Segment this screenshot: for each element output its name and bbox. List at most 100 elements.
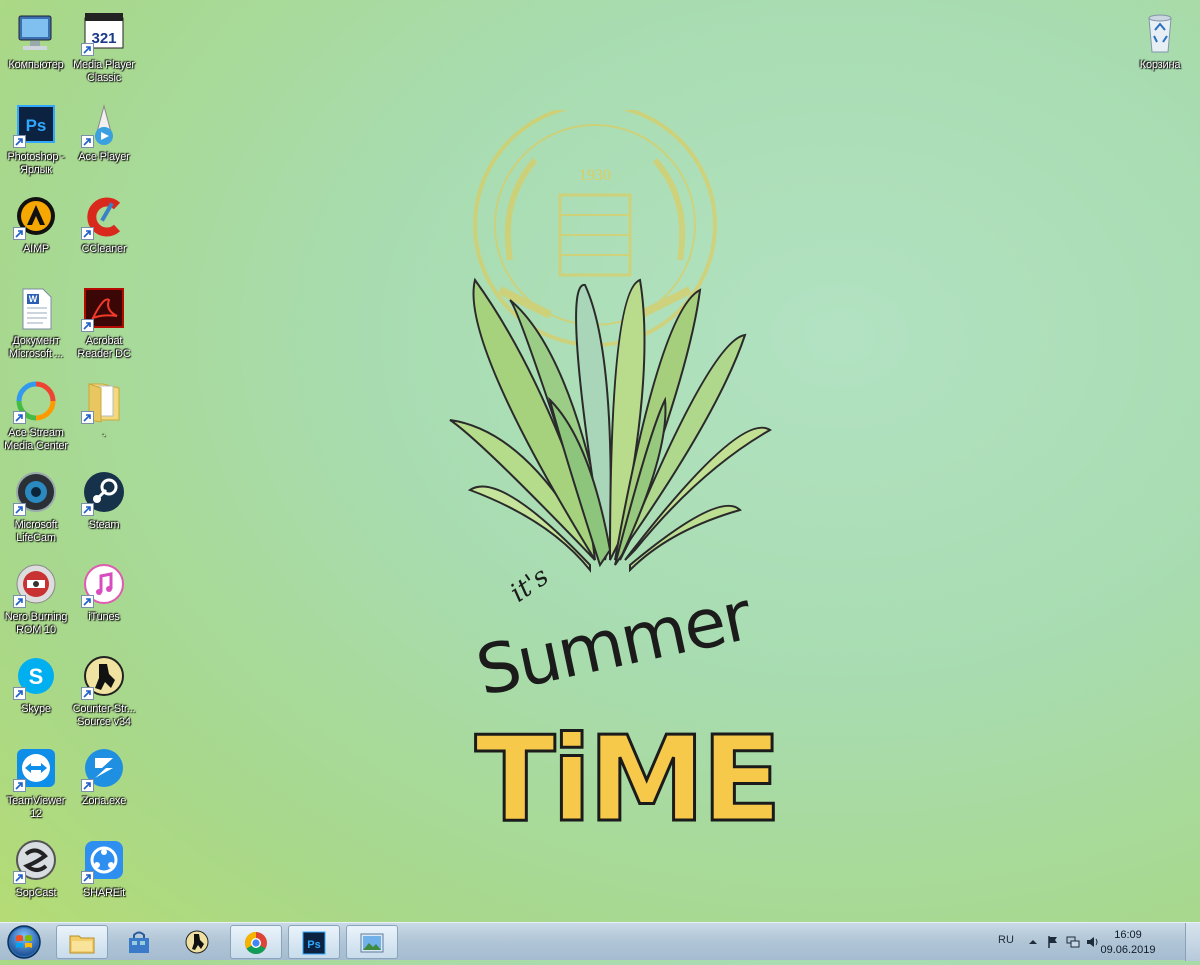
taskbar: Ps RU 16:09 09.06.2019: [0, 922, 1200, 961]
network-icon[interactable]: [1066, 935, 1080, 949]
desktop-icon-lifecam[interactable]: Microsoft LifeCam: [0, 466, 72, 552]
emblem-year: 1930: [579, 167, 611, 184]
shortcut-arrow-icon: [13, 411, 26, 424]
word-document-icon: W: [13, 286, 59, 332]
desktop-icon-itunes[interactable]: iTunes: [68, 558, 140, 644]
desktop-icon-ace-player[interactable]: Ace Player: [68, 98, 140, 184]
image-viewer-icon: [360, 933, 384, 953]
clock[interactable]: 16:09 09.06.2019: [1096, 928, 1160, 958]
shortcut-arrow-icon: [81, 687, 94, 700]
sopcast-icon: [13, 838, 59, 884]
aimp-icon: [13, 194, 59, 240]
language-indicator[interactable]: RU: [998, 934, 1014, 946]
desktop-icon-ccleaner[interactable]: CCleaner: [68, 190, 140, 276]
icon-label: Skype: [21, 703, 51, 715]
ccleaner-icon: [81, 194, 127, 240]
icon-label: SopCast: [15, 887, 57, 899]
shortcut-arrow-icon: [13, 595, 26, 608]
desktop-icon-computer[interactable]: Компьютер: [0, 6, 72, 92]
icon-label: Counter-Str... Source v34: [72, 703, 136, 728]
desktop-icon-zona[interactable]: Zona.exe: [68, 742, 140, 828]
icon-label: .: [102, 427, 106, 439]
shortcut-arrow-icon: [81, 43, 94, 56]
show-hidden-icons-icon[interactable]: [1026, 935, 1040, 949]
shortcut-arrow-icon: [81, 135, 94, 148]
desktop-icon-aimp[interactable]: AIMP: [0, 190, 72, 276]
desktop-icon-nero[interactable]: Nero Burning ROM 10: [0, 558, 72, 644]
icon-label: Компьютер: [8, 59, 64, 71]
shortcut-arrow-icon: [81, 503, 94, 516]
explorer-folder-icon: [69, 935, 95, 954]
icon-label: CCleaner: [81, 243, 127, 255]
desktop-icon-steam[interactable]: Steam: [68, 466, 140, 552]
shortcut-arrow-icon: [81, 595, 94, 608]
shortcut-arrow-icon: [81, 411, 94, 424]
media-player-classic-icon: 321: [81, 10, 127, 56]
folder-icon: [81, 378, 127, 424]
desktop-icon-sopcast[interactable]: SopCast: [0, 834, 72, 920]
desktop-icon-teamviewer[interactable]: TeamViewer 12: [0, 742, 72, 828]
chrome-icon: [245, 932, 267, 954]
icon-label: Media Player Classic: [73, 59, 135, 84]
shortcut-arrow-icon: [13, 135, 26, 148]
windows-start-icon: [7, 925, 41, 959]
desktop-icon-recycle-bin[interactable]: Корзина: [1124, 6, 1196, 92]
computer-icon: [13, 10, 59, 56]
desktop-icon-skype[interactable]: S Skype: [0, 650, 72, 736]
svg-text:Ps: Ps: [26, 116, 47, 135]
icon-label: AIMP: [22, 243, 50, 255]
shortcut-arrow-icon: [13, 227, 26, 240]
icon-label: Microsoft LifeCam: [14, 519, 58, 544]
notification-area: RU 16:09 09.06.2019: [990, 923, 1200, 961]
svg-text:321: 321: [91, 30, 116, 47]
desktop-icon-media-player-classic[interactable]: 321 Media Player Classic: [68, 6, 140, 92]
desktop-icon-counter-strike[interactable]: Counter-Str... Source v34: [68, 650, 140, 736]
nero-icon: [13, 562, 59, 608]
icon-label: Документ Microsoft ...: [8, 335, 64, 360]
icon-label: Nero Burning ROM 10: [4, 611, 68, 636]
desktop-icon-acrobat-reader[interactable]: Acrobat Reader DC: [68, 282, 140, 368]
teamviewer-icon: [13, 746, 59, 792]
shareit-icon: [81, 838, 127, 884]
taskbar-photoshop-button[interactable]: Ps: [288, 925, 340, 959]
desktop[interactable]: 1930 it's Summer TiME Компьютер 321 Medi…: [0, 0, 1200, 922]
taskbar-chrome-button[interactable]: [230, 925, 282, 959]
clock-time: 16:09: [1114, 929, 1142, 941]
desktop-icon-word-document[interactable]: W Документ Microsoft ...: [0, 282, 72, 368]
svg-text:W: W: [29, 294, 38, 304]
svg-text:S: S: [29, 664, 44, 689]
desktop-icon-ace-stream[interactable]: Ace Stream Media Center: [0, 374, 72, 460]
shortcut-arrow-icon: [81, 779, 94, 792]
taskbar-explorer-button[interactable]: [56, 925, 108, 959]
show-desktop-button[interactable]: [1185, 923, 1200, 961]
icon-label: SHAREit: [83, 887, 125, 899]
wallpaper-line3: TiME: [474, 709, 784, 850]
itunes-icon: [81, 562, 127, 608]
svg-text:Ps: Ps: [307, 939, 320, 951]
photoshop-icon: Ps: [302, 931, 326, 955]
icon-label: Ace Player: [78, 151, 130, 163]
counter-strike-icon: [185, 930, 209, 954]
shortcut-arrow-icon: [81, 871, 94, 884]
store-bag-icon: [129, 931, 149, 953]
wallpaper: 1930 it's Summer TiME: [440, 103, 784, 880]
photoshop-icon: Ps: [13, 102, 59, 148]
icon-label: Acrobat Reader DC: [77, 335, 131, 360]
start-button[interactable]: [2, 924, 46, 960]
action-center-flag-icon[interactable]: [1046, 935, 1060, 949]
desktop-icon-folder[interactable]: .: [68, 374, 140, 460]
shortcut-arrow-icon: [81, 227, 94, 240]
taskbar-image-viewer-button[interactable]: [346, 925, 398, 959]
clock-date: 09.06.2019: [1100, 944, 1156, 956]
taskbar-counter-strike-button[interactable]: [172, 925, 224, 959]
icon-label: Photoshop - Ярлык: [7, 151, 65, 176]
desktop-icon-photoshop[interactable]: Ps Photoshop - Ярлык: [0, 98, 72, 184]
icon-label: Корзина: [1139, 59, 1181, 71]
icon-label: Steam: [88, 519, 120, 531]
shortcut-arrow-icon: [13, 687, 26, 700]
desktop-icon-shareit[interactable]: SHAREit: [68, 834, 140, 920]
university-emblem: [473, 103, 717, 347]
icon-label: Zona.exe: [81, 795, 127, 807]
taskbar-store-button[interactable]: [114, 925, 166, 959]
lifecam-icon: [13, 470, 59, 516]
